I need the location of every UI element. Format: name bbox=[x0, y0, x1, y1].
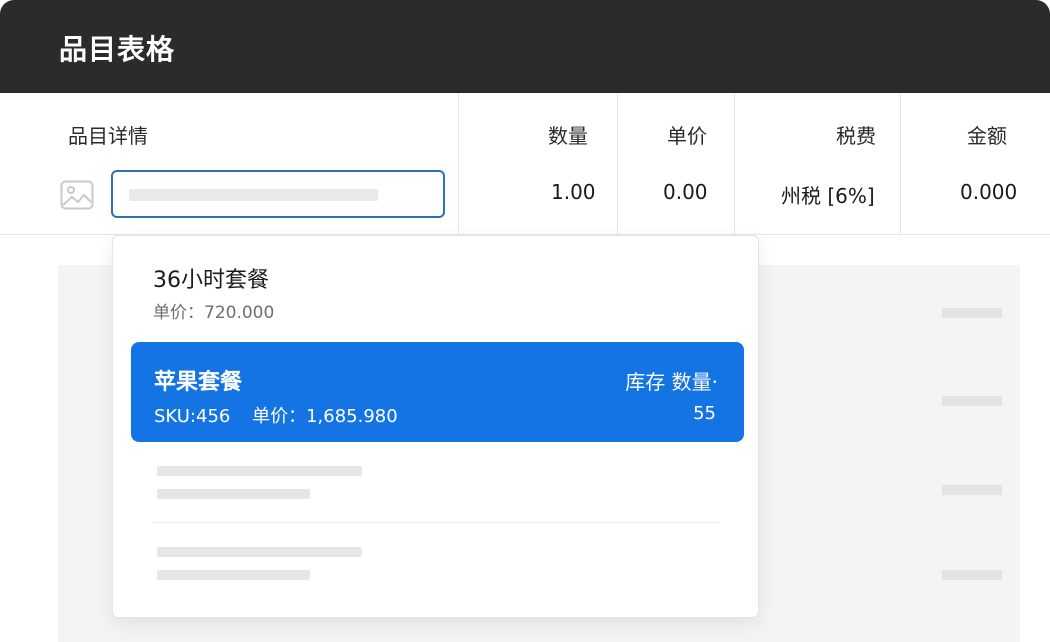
placeholder-bar bbox=[157, 489, 310, 499]
dropdown-option-selected[interactable]: 苹果套餐 SKU:456 单价：1,685.980 库存 数量· 55 bbox=[131, 342, 744, 442]
placeholder-bar bbox=[942, 485, 1002, 495]
column-divider bbox=[617, 93, 618, 235]
placeholder-bar bbox=[157, 570, 310, 580]
amount-value: 0.000 bbox=[960, 180, 1018, 204]
placeholder-bar bbox=[157, 466, 362, 476]
column-header-amount: 金额 bbox=[967, 124, 1007, 148]
quantity-value[interactable]: 1.00 bbox=[551, 180, 596, 204]
option-meta: SKU:456 单价：1,685.980 bbox=[154, 402, 398, 428]
column-header-tax: 税费 bbox=[836, 124, 876, 148]
page-title: 品目表格 bbox=[59, 33, 176, 66]
placeholder-bar bbox=[157, 547, 362, 557]
page-header: 品目表格 bbox=[0, 0, 1050, 93]
placeholder-bar bbox=[942, 308, 1002, 318]
placeholder-bar bbox=[942, 570, 1002, 580]
column-divider bbox=[458, 93, 459, 235]
option-sku: SKU:456 bbox=[154, 406, 231, 427]
tax-select[interactable]: 州税 [6%] bbox=[781, 180, 875, 209]
column-header-quantity: 数量 bbox=[548, 124, 588, 148]
column-divider bbox=[900, 93, 901, 235]
option-name: 36小时套餐 bbox=[153, 268, 269, 293]
item-suggestions-dropdown: 36小时套餐 单价：720.000 苹果套餐 SKU:456 单价：1,685.… bbox=[112, 235, 759, 618]
option-price: 单价：720.000 bbox=[153, 303, 275, 323]
column-divider bbox=[734, 93, 735, 235]
column-header-unit-price: 单价 bbox=[667, 124, 707, 148]
image-placeholder-icon[interactable] bbox=[60, 180, 94, 210]
placeholder-bar bbox=[942, 396, 1002, 406]
option-stock-value: 55 bbox=[693, 403, 716, 424]
column-header-item-details: 品目详情 bbox=[68, 124, 148, 148]
option-stock-label: 库存 数量· bbox=[625, 370, 718, 394]
unit-price-value[interactable]: 0.00 bbox=[663, 180, 708, 204]
option-price: 单价：1,685.980 bbox=[252, 406, 398, 427]
option-name: 苹果套餐 bbox=[154, 370, 243, 395]
option-divider bbox=[153, 522, 720, 523]
item-search-input[interactable] bbox=[111, 170, 445, 218]
